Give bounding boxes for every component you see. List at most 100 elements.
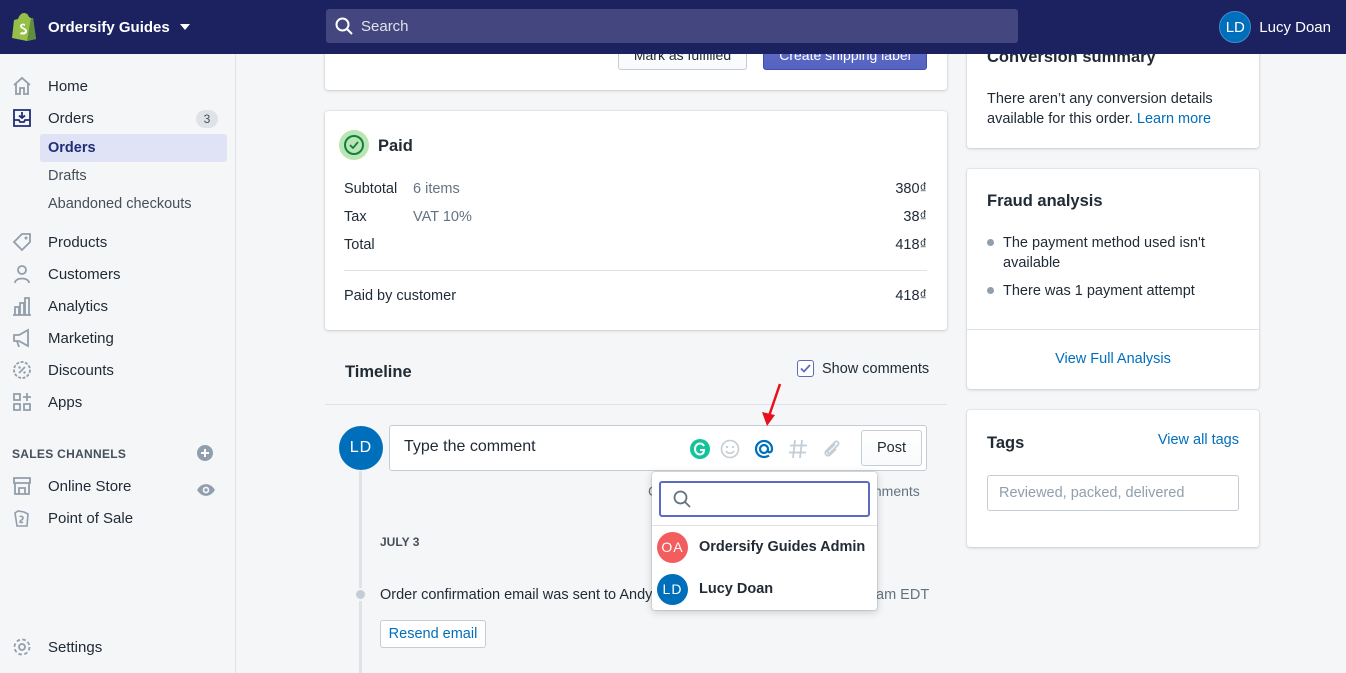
sidebar-subitem-orders[interactable]: Orders xyxy=(40,134,227,162)
search-bar[interactable] xyxy=(326,9,1018,43)
sidebar-item-apps[interactable]: Apps xyxy=(0,386,235,418)
fraud-title: Fraud analysis xyxy=(987,192,1103,210)
timeline-event: Order confirmation email was sent to And… xyxy=(380,587,661,603)
sidebar-item-orders[interactable]: Orders 3 xyxy=(0,102,235,134)
timeline-divider xyxy=(325,404,947,405)
total-label: Total xyxy=(344,237,375,253)
grammarly-icon[interactable] xyxy=(688,437,712,461)
shopify-logo-icon xyxy=(12,13,36,41)
avatar: LD xyxy=(657,573,688,605)
discount-icon xyxy=(13,361,31,379)
tax-rate: VAT 10% xyxy=(413,209,472,225)
sales-channels-title: SALES CHANNELS xyxy=(12,447,127,461)
apps-icon xyxy=(13,393,31,411)
mention-search-field[interactable] xyxy=(659,481,870,517)
sidebar-item-customers[interactable]: Customers xyxy=(0,258,235,290)
sidebar-item-label: Settings xyxy=(48,638,103,656)
sidebar-item-label: Customers xyxy=(48,265,121,283)
orders-icon xyxy=(13,109,31,127)
hashtag-icon[interactable] xyxy=(786,437,810,461)
subtotal-value: 380₫ xyxy=(895,181,927,197)
emoji-icon[interactable] xyxy=(718,437,742,461)
comment-input[interactable] xyxy=(404,438,674,456)
comment-box: Post xyxy=(389,425,927,471)
search-icon xyxy=(335,17,353,35)
caret-down-icon xyxy=(179,24,190,30)
sidebar-item-home[interactable]: Home xyxy=(0,70,235,102)
search-icon xyxy=(673,490,691,508)
sidebar-item-label: Discounts xyxy=(48,361,114,379)
post-button[interactable]: Post xyxy=(861,430,922,466)
store-switcher[interactable]: Ordersify Guides xyxy=(12,12,190,42)
tax-label: Tax xyxy=(344,209,367,225)
mention-search-input[interactable] xyxy=(695,490,860,506)
tags-title: Tags xyxy=(987,434,1025,452)
red-arrow-annotation-icon xyxy=(762,383,782,426)
sidebar-item-label: Online Store xyxy=(48,477,132,495)
eye-icon[interactable] xyxy=(196,480,216,500)
sidebar-item-analytics[interactable]: Analytics xyxy=(0,290,235,322)
mention-option-admin[interactable]: OA Ordersify Guides Admin xyxy=(657,529,872,565)
learn-more-link[interactable]: Learn more xyxy=(1137,111,1211,127)
payment-card: Paid Subtotal 6 items 380₫ Tax VAT 10% 3… xyxy=(325,111,947,330)
bullet-dot xyxy=(987,287,994,294)
sidebar-item-label: Orders xyxy=(48,109,94,127)
sidebar-item-settings[interactable]: Settings xyxy=(0,631,235,663)
paid-check-icon xyxy=(339,130,369,160)
sidebar-item-label: Marketing xyxy=(48,329,114,347)
megaphone-icon xyxy=(13,328,29,348)
subtotal-items: 6 items xyxy=(413,181,460,197)
sidebar-item-products[interactable]: Products xyxy=(0,226,235,258)
fraud-analysis-card: Fraud analysis The payment method used i… xyxy=(967,169,1259,389)
mention-name: Lucy Doan xyxy=(699,581,774,597)
sidebar-item-label: Products xyxy=(48,233,108,251)
bar-chart-icon xyxy=(13,297,31,316)
tax-value: 38₫ xyxy=(903,209,927,225)
timeline-title: Timeline xyxy=(345,363,412,381)
popup-divider xyxy=(652,525,877,526)
sidebar-subitem-drafts[interactable]: Drafts xyxy=(40,162,227,190)
attachment-icon[interactable] xyxy=(820,437,844,461)
show-comments-checkbox[interactable] xyxy=(797,360,814,377)
comment-hint-right: mments xyxy=(870,483,920,499)
sidebar-item-label: Analytics xyxy=(48,297,109,315)
sidebar-item-label: Apps xyxy=(48,393,83,411)
mention-name: Ordersify Guides Admin xyxy=(699,539,866,555)
view-full-analysis-link[interactable]: View Full Analysis xyxy=(967,351,1259,367)
show-comments-toggle[interactable]: Show comments xyxy=(797,360,929,377)
top-bar: Ordersify Guides LD Lucy Doan xyxy=(0,0,1346,54)
fraud-bullet-2: There was 1 payment attempt xyxy=(1003,283,1195,299)
tags-input[interactable] xyxy=(987,475,1239,511)
paid-by-label: Paid by customer xyxy=(344,288,457,304)
mention-option-lucy-doan[interactable]: LD Lucy Doan xyxy=(657,571,872,607)
fraud-bullet-1: The payment method used isn't available xyxy=(1003,235,1205,271)
mention-at-icon[interactable] xyxy=(752,437,776,461)
timeline-event-time: am EDT xyxy=(876,587,930,603)
divider xyxy=(344,270,927,271)
sidebar-item-point-of-sale[interactable]: Point of Sale xyxy=(0,502,235,534)
sidebar-item-online-store[interactable]: Online Store xyxy=(0,470,235,502)
comment-author-avatar: LD xyxy=(339,426,383,470)
timeline-date: JULY 3 xyxy=(380,535,420,549)
subtotal-label: Subtotal xyxy=(344,181,398,197)
tag-icon xyxy=(12,233,31,252)
conversion-text: There aren’t any conversion details avai… xyxy=(987,89,1237,129)
divider xyxy=(967,329,1259,330)
resend-email-button[interactable]: Resend email xyxy=(380,620,486,648)
sidebar: Home Orders 3 Orders Drafts Abandoned ch… xyxy=(0,54,236,673)
add-channel-plus-icon[interactable] xyxy=(197,445,213,461)
user-menu[interactable]: LD Lucy Doan xyxy=(1219,11,1331,43)
gear-icon xyxy=(13,638,31,656)
store-name: Ordersify Guides xyxy=(48,18,170,36)
sidebar-subitem-abandoned-checkouts[interactable]: Abandoned checkouts xyxy=(40,190,227,218)
sidebar-item-discounts[interactable]: Discounts xyxy=(0,354,235,386)
total-value: 418₫ xyxy=(895,237,927,253)
paid-by-value: 418₫ xyxy=(895,288,927,304)
view-all-tags-link[interactable]: View all tags xyxy=(1158,432,1239,448)
tags-card: Tags View all tags xyxy=(967,410,1259,547)
store-icon xyxy=(13,477,31,495)
show-comments-label: Show comments xyxy=(822,360,930,377)
search-input[interactable] xyxy=(361,17,961,35)
orders-count-badge: 3 xyxy=(196,110,218,128)
sidebar-item-marketing[interactable]: Marketing xyxy=(0,322,235,354)
